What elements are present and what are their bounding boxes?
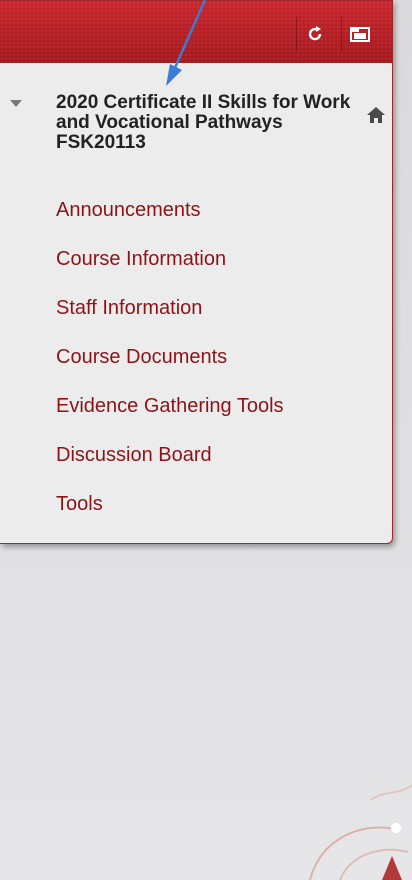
menu-item-evidence-gathering-tools[interactable]: Evidence Gathering Tools bbox=[56, 393, 284, 442]
menu-item-course-documents[interactable]: Course Documents bbox=[56, 344, 284, 393]
course-title[interactable]: 2020 Certificate II Skills for Work and … bbox=[56, 93, 356, 153]
caret-down-icon[interactable] bbox=[10, 100, 22, 107]
annotation-arrow bbox=[166, 0, 207, 86]
refresh-button[interactable] bbox=[296, 17, 333, 51]
course-menu-list: Announcements Course Information Staff I… bbox=[56, 197, 284, 540]
folder-view-button[interactable] bbox=[341, 17, 378, 51]
menu-item-discussion-board[interactable]: Discussion Board bbox=[56, 442, 284, 491]
menu-item-tools[interactable]: Tools bbox=[56, 491, 284, 540]
menu-item-course-information[interactable]: Course Information bbox=[56, 246, 284, 295]
decorative-flourish bbox=[309, 784, 412, 880]
refresh-icon bbox=[308, 26, 322, 41]
menu-item-announcements[interactable]: Announcements bbox=[56, 197, 284, 246]
course-header: 2020 Certificate II Skills for Work and … bbox=[0, 93, 392, 193]
folder-icon bbox=[350, 27, 370, 42]
home-icon[interactable] bbox=[366, 105, 386, 125]
menu-item-staff-information[interactable]: Staff Information bbox=[56, 295, 284, 344]
